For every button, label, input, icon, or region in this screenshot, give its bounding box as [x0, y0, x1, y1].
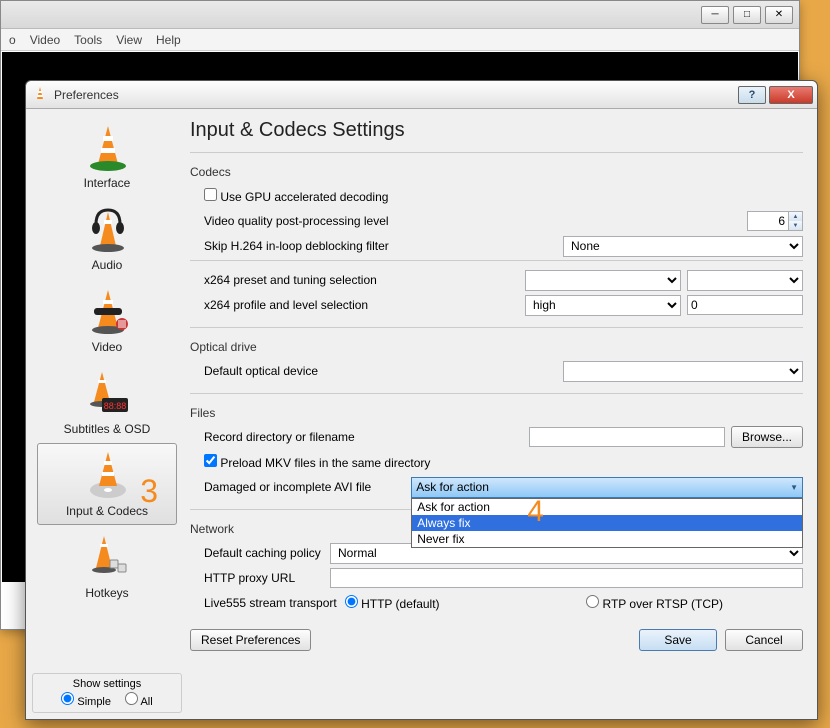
proxy-input[interactable]: [330, 568, 803, 588]
sidebar-item-interface[interactable]: Interface: [37, 115, 177, 197]
cache-label: Default caching policy: [204, 546, 330, 560]
group-title: Files: [190, 406, 803, 420]
divider: [190, 260, 803, 261]
gpu-checkbox[interactable]: [204, 188, 217, 201]
show-settings-label: Show settings: [37, 678, 177, 690]
divider: [190, 327, 803, 328]
dropdown-list: Ask for action Always fix Never fix: [411, 498, 803, 548]
menu-item[interactable]: Help: [156, 33, 181, 47]
x264-tuning-select[interactable]: [687, 270, 803, 291]
dropdown-option[interactable]: Always fix: [412, 515, 802, 531]
browse-button[interactable]: Browse...: [731, 426, 803, 448]
headphones-cone-icon: [84, 204, 132, 256]
files-group: Files Record directory or filename Brows…: [190, 402, 803, 501]
gpu-checkbox-row[interactable]: Use GPU accelerated decoding: [204, 188, 388, 204]
category-sidebar: Interface Audio Video 88:88 Subtitles & …: [26, 109, 186, 719]
x264preset-label: x264 preset and tuning selection: [204, 273, 377, 287]
annotation-badge-3: 3: [140, 473, 158, 510]
dropdown-option[interactable]: Ask for action: [412, 499, 802, 515]
http-radio-row[interactable]: HTTP (default): [345, 595, 440, 611]
rtp-radio-row[interactable]: RTP over RTSP (TCP): [586, 595, 723, 611]
http-radio[interactable]: [345, 595, 358, 608]
dropdown-value: Ask for action: [416, 480, 489, 494]
cancel-button[interactable]: Cancel: [725, 629, 803, 651]
menu-item[interactable]: View: [116, 33, 142, 47]
optical-label: Default optical device: [204, 364, 318, 378]
proxy-label: HTTP proxy URL: [204, 571, 330, 585]
optical-select[interactable]: [563, 361, 803, 382]
maximize-icon[interactable]: □: [733, 6, 761, 24]
vlc-icon: [32, 86, 48, 102]
show-settings-group: Show settings Simple All: [32, 673, 182, 713]
minimize-icon[interactable]: ─: [701, 6, 729, 24]
save-button[interactable]: Save: [639, 629, 717, 651]
live555-label: Live555 stream transport: [204, 596, 337, 610]
optical-group: Optical drive Default optical device: [190, 336, 803, 385]
record-input[interactable]: [529, 427, 725, 447]
preload-checkbox-row[interactable]: Preload MKV files in the same directory: [204, 454, 430, 470]
sidebar-item-input-codecs[interactable]: Input & Codecs 3: [37, 443, 177, 525]
sidebar-item-label: Interface: [38, 176, 176, 190]
disc-cone-icon: [84, 450, 132, 502]
damaged-label: Damaged or incomplete AVI file: [204, 480, 371, 494]
sidebar-item-subtitles[interactable]: 88:88 Subtitles & OSD: [37, 361, 177, 443]
preload-checkbox[interactable]: [204, 454, 217, 467]
skip-select[interactable]: None: [563, 236, 803, 257]
sidebar-item-audio[interactable]: Audio: [37, 197, 177, 279]
dialog-title-text: Preferences: [54, 88, 735, 102]
sidebar-item-video[interactable]: Video: [37, 279, 177, 361]
x264-profile-select[interactable]: high: [525, 295, 681, 316]
bg-titlebar: ─ □ ✕: [1, 1, 799, 29]
codecs-group: Codecs Use GPU accelerated decoding Vide…: [190, 161, 803, 319]
bg-menubar: o Video Tools View Help: [1, 29, 799, 51]
close-button[interactable]: X: [769, 86, 813, 104]
dropdown-option[interactable]: Never fix: [412, 531, 802, 547]
vq-label: Video quality post-processing level: [204, 214, 389, 228]
menu-item[interactable]: Tools: [74, 33, 102, 47]
spin-up-icon[interactable]: ▲: [789, 212, 802, 221]
divider: [190, 393, 803, 394]
chevron-down-icon: ▼: [790, 483, 798, 492]
vq-input[interactable]: [747, 211, 789, 231]
show-settings-all[interactable]: All: [125, 692, 153, 708]
sidebar-item-label: Audio: [38, 258, 176, 272]
preferences-dialog: Preferences ? X Interface Audio Video 88…: [25, 80, 818, 720]
group-title: Codecs: [190, 165, 803, 179]
sidebar-item-hotkeys[interactable]: Hotkeys: [37, 525, 177, 607]
dialog-footer: Reset Preferences Save Cancel: [190, 623, 803, 651]
subtitle-cone-icon: 88:88: [84, 368, 132, 420]
menu-item[interactable]: o: [9, 33, 16, 47]
rtp-radio[interactable]: [586, 595, 599, 608]
sidebar-item-label: Video: [38, 340, 176, 354]
svg-text:88:88: 88:88: [104, 401, 127, 411]
record-label: Record directory or filename: [204, 430, 355, 444]
damaged-avi-dropdown[interactable]: Ask for action ▼ Ask for action Always f…: [411, 477, 803, 498]
cone-icon: [84, 122, 132, 174]
dialog-body: Interface Audio Video 88:88 Subtitles & …: [26, 109, 817, 719]
show-settings-simple[interactable]: Simple: [61, 692, 111, 708]
reset-button[interactable]: Reset Preferences: [190, 629, 311, 651]
sidebar-item-label: Hotkeys: [38, 586, 176, 600]
sidebar-item-label: Subtitles & OSD: [38, 422, 176, 436]
close-icon[interactable]: ✕: [765, 6, 793, 24]
help-button[interactable]: ?: [738, 86, 766, 104]
x264profile-label: x264 profile and level selection: [204, 298, 368, 312]
menu-item[interactable]: Video: [30, 33, 60, 47]
skip-label: Skip H.264 in-loop deblocking filter: [204, 239, 389, 253]
vq-spinner[interactable]: ▲▼: [747, 211, 803, 231]
spin-down-icon[interactable]: ▼: [789, 221, 802, 230]
all-radio[interactable]: [125, 692, 138, 705]
settings-main-panel: Input & Codecs Settings Codecs Use GPU a…: [186, 109, 817, 719]
group-title: Optical drive: [190, 340, 803, 354]
glasses-cone-icon: [84, 286, 132, 338]
keys-cone-icon: [84, 532, 132, 584]
page-heading: Input & Codecs Settings: [190, 119, 803, 142]
divider: [190, 152, 803, 153]
dialog-titlebar: Preferences ? X: [26, 81, 817, 109]
simple-radio[interactable]: [61, 692, 74, 705]
x264-level-input[interactable]: [687, 295, 803, 315]
x264-preset-select[interactable]: [525, 270, 681, 291]
